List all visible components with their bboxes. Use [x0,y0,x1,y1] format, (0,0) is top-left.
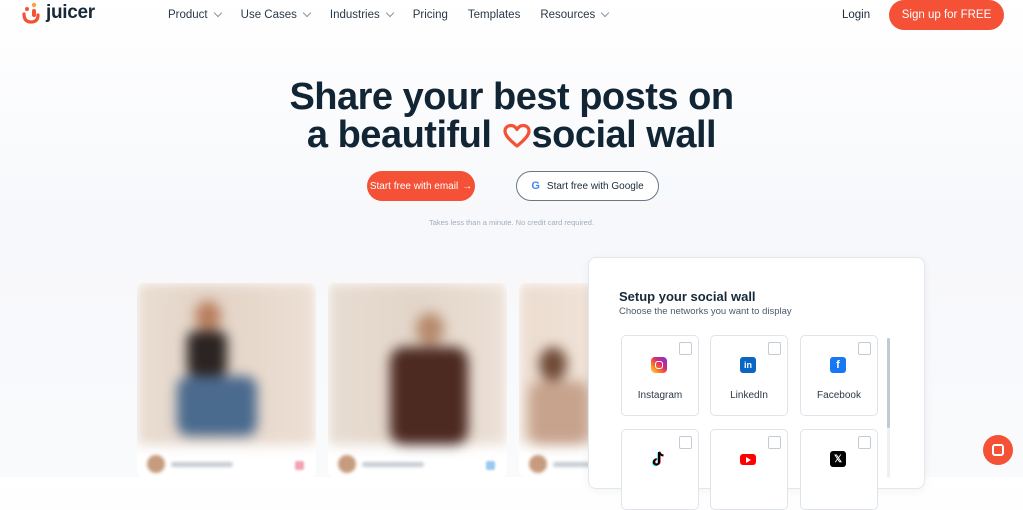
google-icon: G [531,180,540,192]
checkbox[interactable] [679,436,692,449]
brand-name: juicer [46,2,95,23]
nav-links: Product Use Cases Industries Pricing Tem… [168,8,628,21]
network-tile-tiktok[interactable] [621,429,699,510]
instagram-icon [295,461,304,470]
instagram-icon [651,357,667,373]
checkbox[interactable] [858,436,871,449]
nav-templates[interactable]: Templates [468,9,520,21]
network-tile-linkedin[interactable]: in LinkedIn [710,335,788,416]
juicer-logo[interactable]: juicer [22,2,95,24]
nav-use-cases-label: Use Cases [240,9,297,21]
youtube-icon [740,454,756,465]
setup-subtitle: Choose the networks you want to display [619,306,792,317]
chevron-down-icon [601,8,610,18]
signup-button[interactable]: Sign up for FREE [889,0,1004,30]
tiktok-icon [651,451,667,467]
network-tile-facebook[interactable]: f Facebook [800,335,878,416]
author-placeholder [362,461,424,467]
signup-note: Takes less than a minute. No credit card… [428,218,595,227]
headline-line-2b: social wall [531,114,717,156]
post-meta [338,455,424,473]
nav-use-cases[interactable]: Use Cases [240,8,312,21]
nav-product-label: Product [168,9,208,21]
social-post-card [328,283,507,477]
network-tile-x[interactable]: 𝕏 [800,429,878,510]
arrow-right-icon: → [462,180,473,192]
nav-templates-label: Templates [467,9,521,21]
start-google-button[interactable]: G Start free with Google [516,171,659,201]
x-icon: 𝕏 [830,451,846,467]
twitter-icon [486,461,495,470]
hero-headline: Share your best posts on a beautiful soc… [0,78,1023,154]
post-image [137,283,316,445]
start-email-label: Start free with email [369,180,459,192]
network-label: LinkedIn [730,390,768,401]
nav-pricing-label: Pricing [412,9,448,21]
top-nav: juicer Product Use Cases Industries Pric… [0,0,1023,32]
scrollbar-thumb[interactable] [887,338,890,428]
chevron-down-icon [213,8,222,18]
nav-pricing[interactable]: Pricing [413,9,448,21]
nav-resources-label: Resources [540,9,596,21]
facebook-icon: f [830,357,846,373]
setup-panel: Setup your social wall Choose the networ… [588,257,925,510]
chevron-down-icon [385,8,394,18]
network-label: Facebook [817,390,861,401]
login-link[interactable]: Login [842,9,870,21]
nav-industries[interactable]: Industries [329,8,394,21]
social-post-card [137,283,316,477]
nav-resources[interactable]: Resources [540,8,610,21]
network-tile-youtube[interactable] [710,429,788,510]
linkedin-icon: in [740,357,756,373]
start-google-label: Start free with Google [546,180,644,192]
checkbox[interactable] [858,342,871,355]
headline-line-2: a beautiful social wall [0,116,1023,154]
author-placeholder [171,461,233,467]
headline-line-2a: a beautiful [306,114,492,156]
avatar [147,455,165,473]
setup-title: Setup your social wall [619,289,756,304]
heart-icon [502,123,531,148]
checkbox[interactable] [679,342,692,355]
juicer-logo-icon [22,2,40,24]
chevron-down-icon [302,8,312,18]
avatar [529,455,547,473]
avatar [338,455,356,473]
post-meta [147,455,233,473]
chat-launcher-button[interactable] [983,435,1013,465]
network-tile-instagram[interactable]: Instagram [621,335,699,416]
start-email-button[interactable]: Start free with email → [367,171,475,201]
chat-icon [992,444,1004,456]
post-image [328,283,507,445]
headline-line-1: Share your best posts on [289,76,734,118]
network-label: Instagram [637,390,683,401]
checkbox[interactable] [768,436,781,449]
nav-industries-label: Industries [329,9,380,21]
checkbox[interactable] [768,342,781,355]
nav-product[interactable]: Product [168,8,222,21]
